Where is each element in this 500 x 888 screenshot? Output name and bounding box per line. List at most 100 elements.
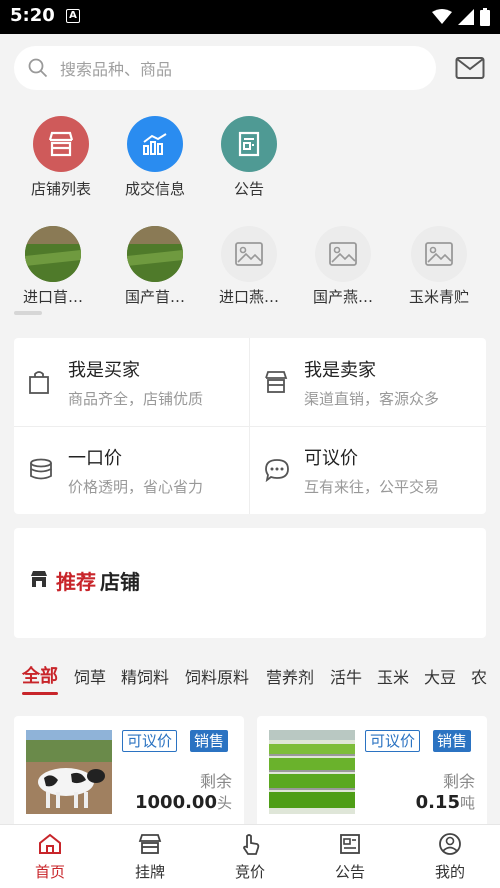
battery-icon (480, 8, 490, 26)
tab-concentrate[interactable]: 精饲料 (121, 664, 169, 688)
category-domestic-oat[interactable]: 国产燕… (298, 226, 388, 307)
signal-icon (458, 9, 474, 25)
nav-label: 首页 (34, 863, 65, 881)
nav-label: 我的 (434, 863, 465, 881)
nav-profile[interactable]: 我的 (400, 833, 500, 882)
notice-icon (340, 834, 360, 854)
category-imported-oat[interactable]: 进口燕… (204, 226, 294, 307)
recommended-stores-section: 推荐 店铺 (14, 528, 486, 638)
nav-listing[interactable]: 挂牌 (100, 833, 200, 882)
feature-subtitle: 价格透明，省心省力 (68, 478, 204, 496)
feature-subtitle: 渠道直销，客源众多 (304, 390, 440, 408)
features-grid: 我是买家 商品齐全，店铺优质 我是卖家 渠道直销，客源众多 一口价 价格透明，省… (14, 338, 486, 514)
quantity-unit: 吨 (459, 794, 475, 812)
feature-buyer[interactable]: 我是买家 商品齐全，店铺优质 (14, 338, 250, 426)
category-label: 进口燕… (218, 288, 279, 306)
home-icon (39, 833, 61, 854)
quick-link-label: 公告 (233, 180, 264, 198)
chart-icon (127, 116, 183, 172)
status-time: 5:20 (10, 5, 55, 26)
quick-link-deals[interactable]: 成交信息 (110, 116, 200, 199)
tab-live-cattle[interactable]: 活牛 (330, 664, 362, 688)
feature-title: 我是买家 (68, 360, 140, 381)
image-placeholder-icon (411, 226, 467, 282)
notification-a-icon: A (66, 9, 80, 23)
nav-home[interactable]: 首页 (0, 833, 100, 882)
image-placeholder-icon (221, 226, 277, 282)
quick-link-label: 成交信息 (124, 180, 185, 198)
shopping-bag-icon (29, 371, 49, 394)
section-title: 店铺 (100, 570, 140, 594)
feature-subtitle: 互有来往，公平交易 (304, 478, 440, 496)
category-domestic-alfalfa[interactable]: 国产苜… (110, 226, 200, 307)
home-screen: 搜索品种、商品 店铺列表 成交信息 公告 进口苜… 国产苜… 进口燕… 国产燕…… (0, 34, 500, 888)
category-label: 玉米青贮 (408, 288, 469, 306)
quantity-value: 0.15 (415, 792, 460, 813)
negotiable-badge: 可议价 (365, 730, 421, 752)
tab-all[interactable]: 全部 (22, 662, 58, 688)
notice-icon (221, 116, 277, 172)
tab-feed-ingredients[interactable]: 饲料原料 (185, 664, 249, 688)
quick-link-notice[interactable]: 公告 (204, 116, 294, 199)
feature-title: 一口价 (68, 448, 122, 469)
tab-corn[interactable]: 玉米 (377, 664, 409, 688)
cow-photo (26, 730, 112, 814)
image-placeholder-icon (315, 226, 371, 282)
feature-fixed-price[interactable]: 一口价 价格透明，省心省力 (14, 426, 250, 514)
sale-badge: 销售 (433, 730, 472, 752)
feature-subtitle: 商品齐全，店铺优质 (68, 390, 204, 408)
active-tab-indicator (22, 692, 58, 695)
tab-agri[interactable]: 农 (471, 664, 487, 688)
system-icons (432, 8, 490, 26)
search-placeholder: 搜索品种、商品 (60, 60, 173, 79)
remaining-quantity: 1000.00头 (135, 792, 232, 813)
user-icon (439, 833, 461, 855)
tab-forage[interactable]: 饲草 (74, 664, 106, 688)
nav-bidding[interactable]: 竞价 (200, 833, 300, 882)
feature-title: 我是卖家 (304, 360, 376, 381)
quick-link-store-list[interactable]: 店铺列表 (16, 116, 106, 199)
category-imported-alfalfa[interactable]: 进口苜… (8, 226, 98, 307)
mail-icon (455, 57, 485, 79)
nav-label: 竞价 (234, 863, 265, 881)
quantity-value: 1000.00 (135, 792, 217, 813)
store-icon (138, 834, 162, 854)
category-scroll-indicator (14, 311, 42, 315)
tab-soybean[interactable]: 大豆 (424, 664, 456, 688)
coins-icon (30, 458, 52, 480)
feature-title: 可议价 (304, 448, 358, 469)
nav-notice[interactable]: 公告 (300, 833, 400, 882)
feature-negotiable[interactable]: 可议价 互有来往，公平交易 (250, 426, 486, 514)
category-label: 国产燕… (312, 288, 373, 306)
nav-label: 公告 (334, 863, 365, 881)
category-tabs: 全部 饲草 精饲料 饲料原料 营养剂 活牛 玉米 大豆 农 (0, 662, 500, 696)
feature-seller[interactable]: 我是卖家 渠道直销，客源众多 (250, 338, 486, 426)
search-input[interactable]: 搜索品种、商品 (14, 46, 436, 90)
store-icon (31, 571, 47, 587)
remaining-quantity: 0.15吨 (416, 792, 475, 813)
remaining-label: 剩余 (442, 772, 475, 791)
store-icon (265, 371, 288, 393)
sprouts-photo (269, 730, 355, 814)
wifi-icon (432, 9, 452, 24)
category-label: 国产苜… (124, 288, 185, 306)
category-corn-silage[interactable]: 玉米青贮 (394, 226, 484, 307)
alfalfa-photo (25, 226, 81, 282)
tab-nutrients[interactable]: 营养剂 (266, 664, 314, 688)
negotiable-badge: 可议价 (122, 730, 178, 752)
message-button[interactable] (455, 56, 485, 84)
chat-icon (265, 459, 289, 482)
quantity-unit: 头 (216, 794, 232, 812)
nav-label: 挂牌 (134, 863, 165, 881)
alfalfa-photo (127, 226, 183, 282)
section-title-highlight: 推荐 (56, 570, 96, 594)
hand-pointer-icon (243, 834, 260, 855)
sale-badge: 销售 (190, 730, 229, 752)
status-bar: 5:20 A (0, 0, 500, 34)
bottom-navigation: 首页 挂牌 竞价 公告 我的 (0, 824, 500, 888)
store-icon (33, 116, 89, 172)
quick-link-label: 店铺列表 (30, 180, 91, 198)
category-label: 进口苜… (22, 288, 83, 306)
search-icon (28, 58, 48, 78)
remaining-label: 剩余 (199, 772, 232, 791)
